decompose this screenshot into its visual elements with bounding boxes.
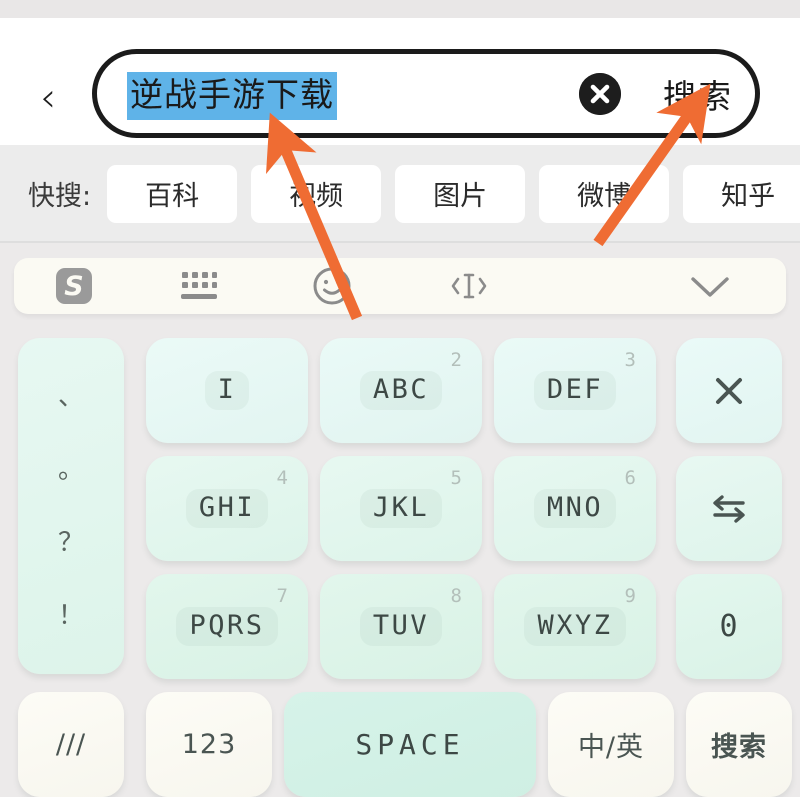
key-abc[interactable]: 2 ABC	[320, 338, 482, 443]
language-toggle-key[interactable]: 中/英	[548, 692, 674, 797]
key-label: 中/英	[577, 732, 645, 763]
swap-key[interactable]	[676, 456, 782, 561]
close-circle-icon	[579, 72, 621, 115]
key-label: 搜索	[711, 732, 767, 763]
search-input[interactable]: 逆战手游下载 搜索	[92, 49, 760, 138]
punctuation-key[interactable]: 、 。 ？ ！	[18, 338, 124, 674]
key-number: 6	[624, 467, 636, 489]
key-0[interactable]: 0	[676, 574, 782, 679]
key-def[interactable]: 3 DEF	[494, 338, 656, 443]
key-label: MNO	[533, 489, 617, 528]
keyboard-grid-icon	[181, 272, 217, 299]
delete-key[interactable]	[676, 338, 782, 443]
key-number: 4	[276, 467, 288, 489]
ime-collapse-button[interactable]	[680, 258, 740, 314]
key-number: 5	[450, 467, 462, 489]
back-button[interactable]: ‹	[30, 70, 66, 126]
ime-cursor-move-button[interactable]	[399, 258, 539, 314]
clear-search-button[interactable]	[579, 72, 621, 115]
key-label: PQRS	[176, 607, 278, 646]
chip-label: 图片	[433, 181, 488, 212]
key-tuv[interactable]: 8 TUV	[320, 574, 482, 679]
symbols-key[interactable]: ///	[18, 692, 124, 797]
numbers-key[interactable]: 123	[146, 692, 272, 797]
key-label: JKL	[359, 489, 443, 528]
key-ghi[interactable]: 4 GHI	[146, 456, 308, 561]
sogou-logo-icon: S	[56, 268, 92, 304]
t9-keyboard: 、 。 ？ ！ I 2 ABC 3 DEF 4 GHI 5 JKL 6 MNO	[0, 326, 800, 797]
chip-label: 知乎	[721, 181, 776, 212]
key-1[interactable]: I	[146, 338, 308, 443]
slashes-icon: ///	[55, 729, 87, 760]
key-label: I	[204, 371, 250, 410]
close-x-icon	[716, 377, 742, 404]
ime-keyboard-switch-button[interactable]	[134, 258, 264, 314]
punct-mark-ju: 。	[57, 454, 84, 485]
key-number: 3	[624, 349, 636, 371]
swap-arrows-icon	[713, 494, 745, 523]
quick-chip-zhihu[interactable]: 知乎	[683, 164, 800, 223]
search-submit-button[interactable]: 搜索	[663, 70, 733, 118]
emoji-smiley-icon	[313, 267, 350, 305]
chevron-down-icon	[691, 277, 729, 297]
search-bar-area: ‹ 逆战手游下载 搜索	[0, 18, 800, 145]
key-label: TUV	[359, 607, 443, 646]
quick-chip-weibo[interactable]: 微博	[539, 164, 670, 223]
punct-mark-dun: 、	[57, 381, 84, 412]
chip-label: 视频	[289, 181, 344, 212]
punct-mark-q: ？	[57, 527, 84, 558]
key-number: 2	[450, 349, 462, 371]
enter-search-key[interactable]: 搜索	[686, 692, 792, 797]
ime-emoji-button[interactable]	[264, 258, 399, 314]
key-number: 8	[450, 585, 462, 607]
key-label: SPACE	[355, 728, 465, 761]
key-label: DEF	[533, 371, 617, 410]
key-pqrs[interactable]: 7 PQRS	[146, 574, 308, 679]
quick-chip-image[interactable]: 图片	[395, 164, 526, 223]
chevron-left-icon: ‹	[40, 75, 56, 121]
status-strip	[0, 0, 800, 18]
punct-mark-ex: ！	[57, 600, 84, 631]
ime-toolbar: S	[14, 258, 786, 314]
quick-search-row: 快搜: 百科 视频 图片 微博 知乎 开启无痕	[0, 145, 800, 242]
cursor-move-icon	[451, 273, 487, 299]
key-number: 9	[624, 585, 636, 607]
key-label: GHI	[185, 489, 269, 528]
search-text-wrap: 逆战手游下载	[127, 71, 337, 121]
key-label: ABC	[359, 371, 443, 410]
chip-label: 微博	[577, 181, 632, 212]
key-label: 123	[181, 729, 237, 760]
space-key[interactable]: SPACE	[284, 692, 536, 797]
chip-label: 百科	[145, 181, 200, 212]
key-jkl[interactable]: 5 JKL	[320, 456, 482, 561]
ime-sogou-button[interactable]: S	[14, 258, 134, 314]
search-query-text[interactable]: 逆战手游下载	[127, 72, 337, 120]
quick-search-label: 快搜:	[28, 181, 92, 212]
key-mno[interactable]: 6 MNO	[494, 456, 656, 561]
quick-row-divider	[0, 241, 800, 243]
key-label: WXYZ	[524, 607, 626, 646]
key-number: 7	[276, 585, 288, 607]
quick-chip-video[interactable]: 视频	[251, 164, 382, 223]
key-wxyz[interactable]: 9 WXYZ	[494, 574, 656, 679]
quick-chip-baike[interactable]: 百科	[107, 164, 238, 223]
key-label: 0	[719, 609, 739, 644]
